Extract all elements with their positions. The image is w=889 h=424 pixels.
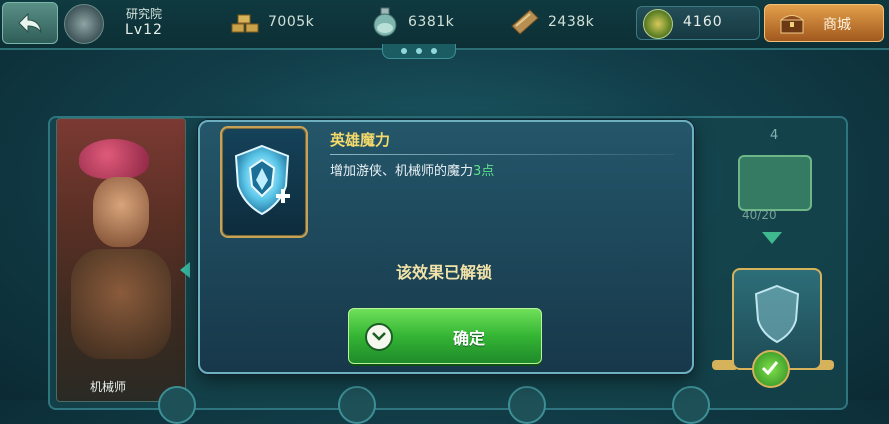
- confirm-label: 确定: [452, 329, 485, 348]
- node-indicator: [508, 386, 546, 424]
- potion-flask-icon: [373, 7, 397, 37]
- scroll-icon: [511, 9, 539, 35]
- node-indicator: [158, 386, 196, 424]
- back-button[interactable]: [2, 2, 58, 44]
- skill-desc-text: 增加游侠、机械师的魔力: [330, 164, 474, 179]
- gem-counter[interactable]: 4160: [636, 6, 760, 40]
- node-indicator: [672, 386, 710, 424]
- node-progress: 40/20: [742, 208, 777, 222]
- potion-value: 6381k: [408, 14, 455, 30]
- hero-name: 机械师: [89, 380, 126, 394]
- top-bar: 研究院 Lv12 7005k 6381k 2438k 4160 商城: [0, 0, 889, 50]
- shield-plus-icon: [234, 144, 290, 216]
- talent-node-top[interactable]: [738, 155, 812, 211]
- down-arrow-icon: [762, 232, 782, 244]
- research-lab-icon[interactable]: [64, 4, 104, 44]
- gem-value: 4160: [683, 14, 723, 30]
- gold-value: 7005k: [268, 14, 315, 30]
- confirm-button[interactable]: 确定: [348, 308, 542, 364]
- unlocked-message: 该效果已解锁: [395, 263, 492, 282]
- skill-title: 英雄魔力: [330, 131, 391, 149]
- node-indicator: [338, 386, 376, 424]
- back-arrow-icon: [18, 12, 42, 34]
- lab-level: Lv12: [125, 22, 163, 38]
- lab-name: 研究院: [125, 7, 162, 21]
- hero-portrait[interactable]: [56, 118, 186, 402]
- shop-button[interactable]: 商城: [764, 4, 884, 42]
- treasure-chest-icon: [779, 15, 805, 34]
- hero-hat: [79, 139, 149, 179]
- gold-bars-icon: [231, 14, 259, 33]
- checkmark-icon: [752, 350, 790, 388]
- skill-desc-value: 3点: [473, 164, 495, 179]
- shop-label: 商城: [823, 17, 851, 33]
- skill-description: 增加游侠、机械师的魔力3点: [330, 160, 494, 179]
- skill-icon-frame: [220, 126, 308, 238]
- scroll-value: 2438k: [548, 14, 595, 30]
- gem-coin-icon: [643, 9, 673, 39]
- drawer-pull-tab[interactable]: [382, 44, 456, 59]
- title-divider: [330, 154, 674, 155]
- shield-icon: [754, 284, 800, 344]
- hero-body: [71, 249, 171, 359]
- left-arrow-icon[interactable]: [180, 262, 190, 278]
- node-number: 4: [770, 128, 779, 143]
- hero-face: [93, 177, 149, 247]
